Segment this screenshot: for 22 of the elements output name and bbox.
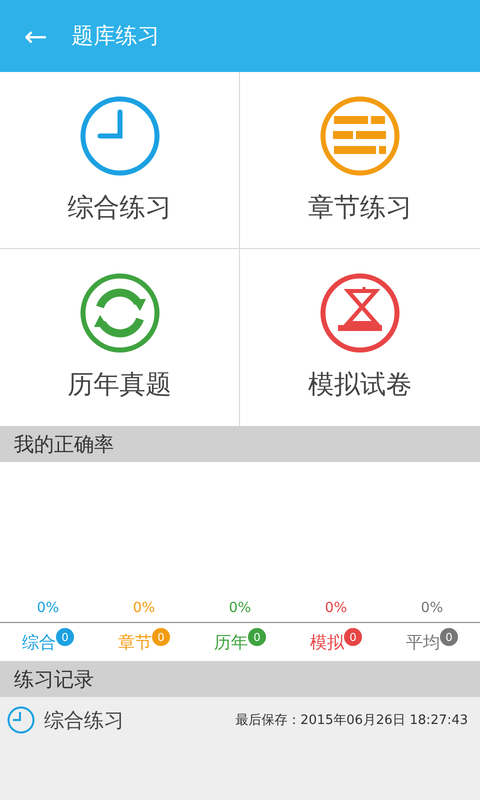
percent-value: 0% (324, 600, 348, 616)
count-badge: 0 (248, 628, 266, 646)
percent-value: 0% (132, 600, 156, 616)
category-label: 历年 (214, 632, 248, 654)
page-title: 题库练习 (71, 23, 160, 51)
category-label: 平均 (406, 632, 440, 654)
clock-icon (6, 705, 36, 735)
saved-time: 最后保存：2015年06月26日 18:27:43 (235, 712, 468, 729)
menu-tile[interactable]: 综合练习 (0, 72, 240, 249)
section-title: 练习记录 (14, 666, 94, 692)
section-title: 我的正确率 (14, 430, 114, 458)
percent-value: 0% (228, 600, 252, 616)
percent-value: 0% (36, 600, 60, 616)
category-label: 模拟 (310, 632, 344, 654)
count-badge: 0 (152, 628, 170, 646)
count-badge: 0 (440, 628, 458, 646)
category-label: 章节 (118, 632, 152, 654)
count-badge: 0 (56, 628, 74, 646)
percent-value: 0% (420, 600, 444, 616)
category-label: 综合 (22, 632, 56, 654)
record-name: 综合练习 (44, 706, 124, 734)
count-badge: 0 (344, 628, 362, 646)
